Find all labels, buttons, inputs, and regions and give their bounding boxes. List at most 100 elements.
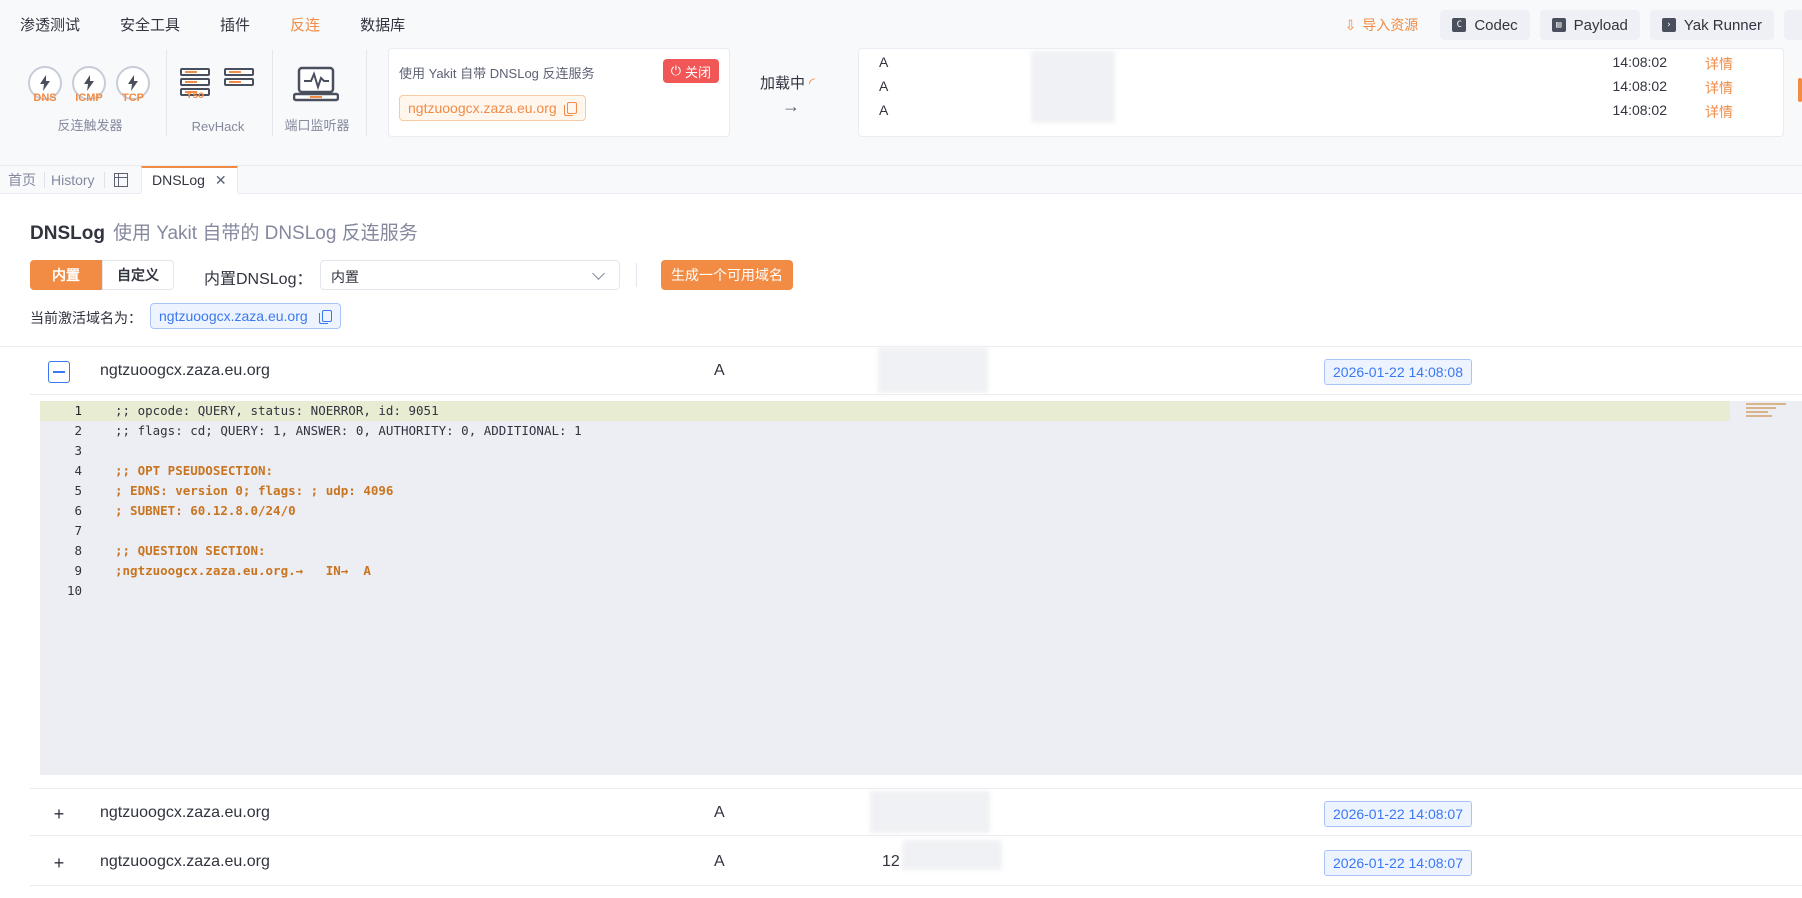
code-line: 2 ;; flags: cd; QUERY: 1, ANSWER: 0, AUT… — [40, 421, 1802, 441]
main-menu: 渗透测试 安全工具 插件 反连 数据库 — [20, 14, 405, 35]
code-text: ; EDNS: version 0; flags: ; udp: 4096 — [115, 483, 394, 498]
tab-bar: 首页 History DNSLog ✕ — [0, 166, 1802, 194]
expand-icon[interactable]: + — [48, 852, 70, 874]
tab-history[interactable]: History — [51, 166, 95, 194]
page-title-main: DNSLog — [30, 223, 105, 244]
menu-item-reverse[interactable]: 反连 — [290, 14, 320, 35]
divider — [44, 172, 45, 188]
code-line: 10 — [40, 581, 1802, 601]
record-time: 14:08:02 — [1612, 102, 1668, 118]
reverse-trigger-section: DNS ICMP TCP 反连触发器 — [20, 50, 160, 140]
divider — [366, 50, 367, 136]
laptop-icon[interactable] — [292, 66, 340, 102]
redacted-area — [1031, 51, 1115, 123]
import-icon: ⇩ — [1344, 16, 1357, 33]
tab-home[interactable]: 首页 — [8, 166, 36, 194]
yak-runner-button[interactable]: › Yak Runner — [1649, 10, 1774, 40]
record-timestamp: 2026-01-22 14:08:08 — [1324, 359, 1472, 385]
redacted-area — [902, 840, 1002, 870]
side-indicator — [1798, 78, 1802, 102]
line-number: 3 — [74, 443, 82, 458]
detail-link[interactable]: 详情 — [1705, 102, 1733, 122]
mode-builtin-button[interactable]: 内置 — [30, 260, 102, 290]
lightning-icon — [128, 75, 138, 91]
current-domain-text: ngtzuoogcx.zaza.eu.org — [159, 308, 308, 324]
import-resource-button[interactable]: ⇩ 导入资源 — [1333, 10, 1431, 40]
generate-domain-button[interactable]: 生成一个可用域名 — [661, 260, 793, 290]
line-number: 1 — [74, 403, 82, 418]
expand-icon[interactable]: + — [48, 803, 70, 825]
table-row[interactable]: ngtzuoogcx.zaza.eu.org A 2026-01-22 14:0… — [30, 347, 1802, 395]
code-line: 9 ;ngtzuoogcx.zaza.eu.org.→ IN→ A — [40, 561, 1802, 581]
close-dnslog-button[interactable]: ⏻ 关闭 — [662, 59, 719, 83]
dns-packet-editor[interactable]: 1 ;; opcode: QUERY, status: NOERROR, id:… — [40, 401, 1802, 775]
record-type: A — [714, 362, 725, 379]
table-row[interactable]: + ngtzuoogcx.zaza.eu.org A 12 2026-01-22… — [30, 838, 1802, 886]
close-tab-icon[interactable]: ✕ — [215, 172, 227, 188]
detail-link[interactable]: 详情 — [1705, 78, 1733, 98]
table-row[interactable]: + ngtzuoogcx.zaza.eu.org A 2026-01-22 14… — [30, 788, 1802, 836]
record-type: A — [879, 102, 889, 118]
line-number: 6 — [74, 503, 82, 518]
line-number: 4 — [74, 463, 82, 478]
menu-item-pentest[interactable]: 渗透测试 — [20, 14, 80, 35]
menu-item-plugins[interactable]: 插件 — [220, 14, 250, 35]
code-line: 6 ; SUBNET: 60.12.8.0/24/0 — [40, 501, 1802, 521]
line-number: 2 — [74, 423, 82, 438]
redacted-area — [870, 791, 990, 833]
code-text: ;; opcode: QUERY, status: NOERROR, id: 9… — [115, 403, 439, 418]
code-line: 8 ;; QUESTION SECTION: — [40, 541, 1802, 561]
page-title: DNSLog 使用 Yakit 自带的 DNSLog 反连服务 — [30, 218, 418, 245]
codec-button[interactable]: C Codec — [1440, 10, 1530, 40]
line-number: 10 — [66, 583, 82, 598]
record-timestamp: 2026-01-22 14:08:07 — [1324, 850, 1472, 876]
record-time: 14:08:02 — [1612, 54, 1668, 70]
codec-label: Codec — [1474, 16, 1518, 34]
dnslog-domain-tag[interactable]: ngtzuoogcx.zaza.eu.org — [399, 95, 586, 121]
recent-record-row: A 14:08:02 详情 — [879, 99, 1763, 121]
codec-icon: C — [1452, 18, 1467, 32]
loading-status: 加载中 ◜ — [760, 72, 815, 93]
revhack-section-label: RevHack — [191, 119, 245, 134]
revhack-section: Yso RevHack — [172, 50, 264, 140]
current-domain-label: 当前激活域名为： — [30, 310, 142, 326]
yak-runner-label: Yak Runner — [1683, 16, 1762, 34]
mode-custom-button[interactable]: 自定义 — [102, 260, 174, 290]
menu-item-security-tools[interactable]: 安全工具 — [120, 14, 180, 35]
tcp-trigger-label: TCP — [122, 92, 144, 104]
line-number: 7 — [74, 523, 82, 538]
spinner-icon: ◜ — [809, 75, 815, 92]
collapse-icon[interactable] — [48, 361, 70, 383]
payload-button[interactable]: ▤ Payload — [1539, 10, 1640, 40]
current-domain-tag[interactable]: ngtzuoogcx.zaza.eu.org — [150, 303, 341, 329]
menu-item-database[interactable]: 数据库 — [360, 14, 405, 35]
code-text: ;; QUESTION SECTION: — [115, 543, 266, 558]
terminal-icon: › — [1661, 18, 1676, 32]
detail-link[interactable]: 详情 — [1705, 54, 1733, 74]
record-type: A — [714, 804, 725, 821]
payload-icon: ▤ — [1551, 18, 1566, 32]
record-timestamp: 2026-01-22 14:08:07 — [1324, 801, 1472, 827]
line-number: 8 — [74, 543, 82, 558]
tab-dnslog[interactable]: DNSLog ✕ — [141, 166, 238, 194]
tab-table[interactable] — [114, 166, 128, 194]
divider — [272, 50, 273, 136]
copy-icon[interactable] — [318, 310, 332, 324]
recent-record-row: A 14:08:02 详情 — [879, 75, 1763, 97]
loading-label: 加载中 — [760, 75, 806, 92]
dnslog-select-label: 内置DNSLog： — [204, 271, 313, 288]
line-number: 5 — [74, 483, 82, 498]
redacted-area — [878, 347, 988, 393]
dnslog-select-label-text: 内置DNSLog — [204, 271, 297, 288]
dnslog-card-title: 使用 Yakit 自带 DNSLog 反连服务 — [399, 66, 595, 81]
more-tools-button[interactable] — [1784, 10, 1802, 40]
editor-minimap[interactable] — [1742, 401, 1802, 431]
code-text: ; SUBNET: 60.12.8.0/24/0 — [115, 503, 296, 518]
record-ip: 12 — [882, 853, 900, 870]
dnslog-select[interactable]: 内置 — [320, 260, 620, 290]
record-type: A — [879, 54, 889, 70]
reverse-trigger-section-label: 反连触发器 — [57, 118, 123, 133]
copy-icon[interactable] — [563, 102, 577, 116]
record-time: 14:08:02 — [1612, 78, 1668, 94]
server-icon[interactable] — [224, 68, 254, 98]
